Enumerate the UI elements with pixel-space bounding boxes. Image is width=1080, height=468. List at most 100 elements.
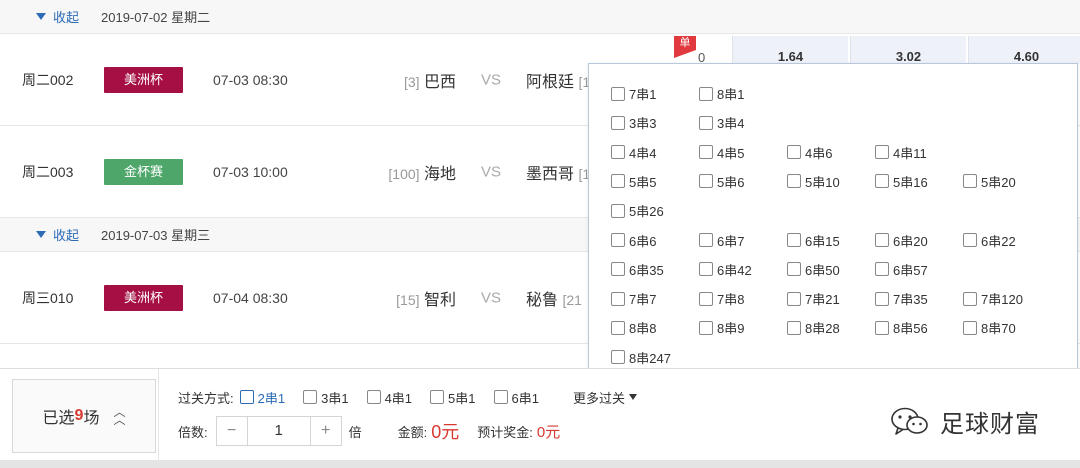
checkbox[interactable]: [366, 390, 381, 404]
pass-option[interactable]: 6串42: [699, 260, 752, 279]
checkbox[interactable]: [875, 145, 889, 160]
checkbox[interactable]: [875, 233, 889, 247]
checkbox[interactable]: [699, 320, 713, 335]
pass-option[interactable]: 8串8: [611, 318, 656, 337]
home-team-name: 海地: [423, 165, 456, 183]
checkbox[interactable]: [699, 145, 713, 160]
pass-option[interactable]: 5串5: [611, 172, 656, 191]
pass-option[interactable]: 8串9: [699, 318, 744, 337]
checkbox[interactable]: [303, 390, 318, 404]
pass-option[interactable]: 8串56: [875, 318, 928, 337]
checkbox[interactable]: [787, 262, 801, 277]
odds-draw[interactable]: 3.02: [850, 36, 966, 64]
pass-option[interactable]: 6串50: [787, 260, 840, 279]
wechat-icon: [891, 407, 928, 435]
match-id: 周三010: [22, 289, 74, 306]
pass-option-4x1[interactable]: 4串1: [366, 388, 412, 407]
pass-option[interactable]: 8串70: [963, 318, 1016, 337]
pass-option[interactable]: 3串4: [699, 113, 744, 132]
pass-option[interactable]: 5串20: [963, 172, 1016, 191]
checkbox[interactable]: [611, 174, 625, 189]
match-time: 07-04 08:30: [213, 289, 288, 306]
more-pass-types-button[interactable]: 更多过关: [573, 388, 637, 407]
pass-option[interactable]: 5串26: [611, 201, 664, 220]
checkbox[interactable]: [430, 390, 445, 404]
pass-option[interactable]: 5串6: [699, 172, 744, 191]
pass-option[interactable]: 4串4: [611, 143, 656, 162]
pass-option-3x1[interactable]: 3串1: [303, 388, 349, 407]
checkbox[interactable]: [611, 320, 625, 335]
checkbox[interactable]: [611, 145, 625, 160]
pass-option[interactable]: 7串21: [787, 289, 840, 308]
away-team: 秘鲁 [21: [526, 286, 582, 310]
pass-option[interactable]: 6串35: [611, 260, 664, 279]
pass-option[interactable]: 6串7: [699, 231, 744, 250]
pass-option-5x1[interactable]: 5串1: [430, 388, 476, 407]
pass-option[interactable]: 5串10: [787, 172, 840, 191]
checkbox[interactable]: [699, 262, 713, 277]
pass-option[interactable]: 4串6: [787, 143, 832, 162]
away-rank: [21: [562, 291, 582, 308]
checkbox[interactable]: [787, 233, 801, 247]
odds-win[interactable]: 1.64: [732, 36, 848, 64]
pass-option[interactable]: 7串120: [963, 289, 1023, 308]
pass-option[interactable]: 6串6: [611, 231, 656, 250]
checkbox[interactable]: [963, 320, 977, 335]
selected-matches-toggle[interactable]: 已选 9 场 ︿ ︿: [12, 379, 156, 453]
pass-option[interactable]: 4串11: [875, 143, 927, 162]
pass-option-6x1[interactable]: 6串1: [493, 388, 539, 407]
checkbox[interactable]: [963, 291, 977, 306]
home-team: [15] 智利: [396, 286, 456, 310]
checkbox[interactable]: [963, 174, 977, 189]
amount-value: 0元: [431, 422, 460, 442]
pass-option[interactable]: 8串247: [611, 348, 671, 367]
pass-option-2x1[interactable]: 2串1: [239, 388, 285, 407]
checkbox[interactable]: [699, 115, 713, 130]
checkbox[interactable]: [239, 390, 254, 404]
pass-option[interactable]: 3串3: [611, 113, 656, 132]
pass-option[interactable]: 8串1: [699, 84, 744, 103]
checkbox[interactable]: [963, 233, 977, 247]
checkbox[interactable]: [611, 115, 625, 130]
pass-option[interactable]: 6串22: [963, 231, 1016, 250]
league-badge: 美洲杯: [104, 66, 183, 93]
checkbox[interactable]: [875, 291, 889, 306]
checkbox[interactable]: [611, 350, 625, 365]
checkbox[interactable]: [787, 291, 801, 306]
pass-option[interactable]: 7串35: [875, 289, 928, 308]
pass-option[interactable]: 7串7: [611, 289, 656, 308]
pass-option[interactable]: 6串57: [875, 260, 928, 279]
collapse-toggle[interactable]: 收起: [36, 7, 79, 26]
pass-option[interactable]: 8串28: [787, 318, 840, 337]
pass-option[interactable]: 6串15: [787, 231, 840, 250]
checkbox[interactable]: [787, 174, 801, 189]
pass-option[interactable]: 7串1: [611, 84, 656, 103]
pass-option[interactable]: 7串8: [699, 289, 744, 308]
checkbox[interactable]: [875, 174, 889, 189]
watermark-text: 足球财富: [940, 411, 1040, 438]
pass-option[interactable]: 5串16: [875, 172, 928, 191]
odds-lose[interactable]: 4.60: [968, 36, 1080, 64]
triangle-down-icon: [36, 13, 46, 20]
checkbox[interactable]: [699, 233, 713, 247]
checkbox[interactable]: [787, 145, 801, 160]
checkbox[interactable]: [611, 291, 625, 306]
checkbox[interactable]: [611, 233, 625, 247]
multiplier-input[interactable]: 1: [246, 417, 311, 445]
increment-button[interactable]: +: [311, 417, 341, 445]
checkbox[interactable]: [611, 262, 625, 277]
checkbox[interactable]: [493, 390, 508, 404]
collapse-toggle[interactable]: 收起: [36, 225, 79, 244]
decrement-button[interactable]: −: [217, 417, 247, 445]
checkbox[interactable]: [699, 86, 713, 101]
checkbox[interactable]: [699, 174, 713, 189]
checkbox[interactable]: [699, 291, 713, 306]
pass-option[interactable]: 4串5: [699, 143, 744, 162]
checkbox[interactable]: [611, 203, 625, 218]
checkbox[interactable]: [875, 262, 889, 277]
checkbox[interactable]: [611, 86, 625, 101]
more-pass-options-popup: 7串1 8串1 3串3 3串4 4串4 4串5 4串6 4串11 5串5 5串6 5串10 5串16 5…: [588, 63, 1078, 377]
checkbox[interactable]: [875, 320, 889, 335]
pass-option[interactable]: 6串20: [875, 231, 928, 250]
checkbox[interactable]: [787, 320, 801, 335]
